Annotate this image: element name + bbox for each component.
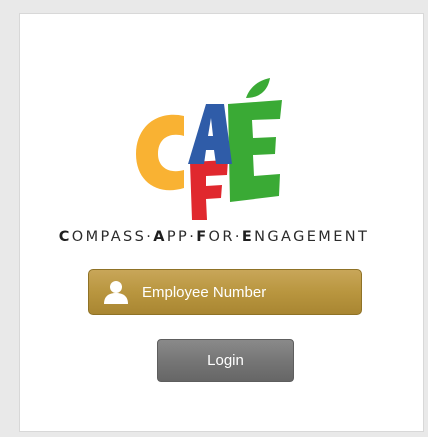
tagline-word: NGAGEMENT xyxy=(254,229,370,245)
employee-number-field[interactable] xyxy=(88,269,362,315)
login-button-label: Login xyxy=(207,352,244,369)
employee-number-input[interactable] xyxy=(142,283,342,301)
tagline-word: PP xyxy=(166,229,190,245)
tagline-cap: C xyxy=(58,229,72,245)
tagline-separator: · xyxy=(234,229,242,245)
tagline-cap: E xyxy=(241,229,255,245)
logo-letter-e xyxy=(228,100,282,202)
app-tagline: COMPASS·APP·FOR·ENGAGEMENT xyxy=(0,229,428,245)
leaf-icon xyxy=(246,78,270,98)
logo-letter-c xyxy=(136,114,184,191)
tagline-word: OMPASS xyxy=(71,229,147,245)
user-icon xyxy=(104,281,128,304)
tagline-word: OR xyxy=(208,229,235,245)
tagline-cap: F xyxy=(196,229,209,245)
login-button[interactable]: Login xyxy=(157,339,294,382)
tagline-cap: A xyxy=(153,229,167,245)
logo-letter-a xyxy=(188,104,232,164)
logo-letter-f xyxy=(190,160,228,220)
cafe-logo xyxy=(136,78,282,220)
